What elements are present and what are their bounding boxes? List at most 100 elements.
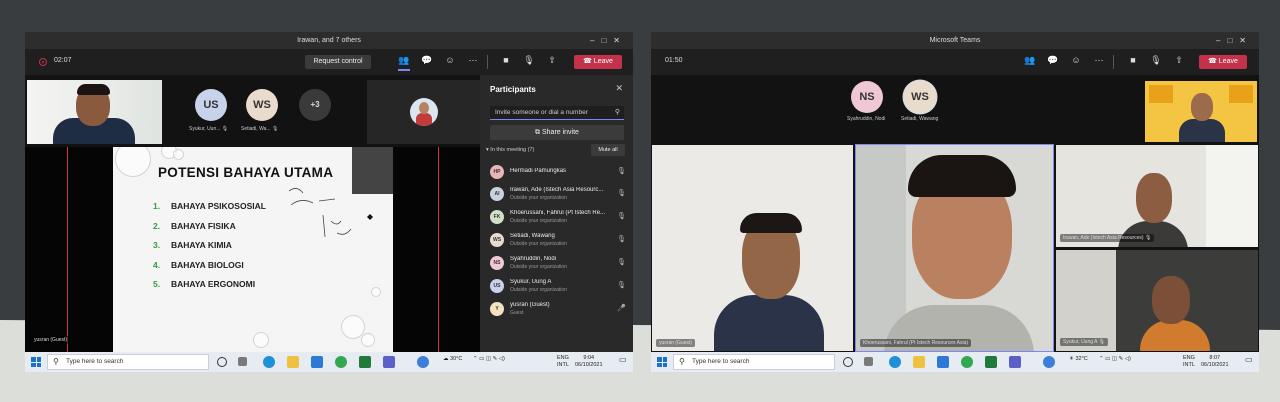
participant-name: Khoerussani, Fahrul (Pt Istech Re... xyxy=(510,210,606,216)
store-icon[interactable] xyxy=(311,356,323,368)
participant-name: yusran (Guest) xyxy=(510,302,550,308)
input-language[interactable]: ENG INTL xyxy=(1183,355,1195,369)
window-controls[interactable]: –□✕ xyxy=(590,32,627,49)
participant-row[interactable]: NS Syahruddin, Nodi Outside your organiz… xyxy=(490,254,626,276)
video-tile-self[interactable] xyxy=(27,80,162,144)
chrome-icon[interactable] xyxy=(961,356,973,368)
store-icon[interactable] xyxy=(937,356,949,368)
participant-row[interactable]: HP Hermadi Pamungkas 🎙 xyxy=(490,163,626,185)
participants-icon[interactable]: 👥 xyxy=(398,55,410,71)
avatar-label: Setiadi, Wawang xyxy=(901,116,939,122)
panel-title: Participants xyxy=(490,85,536,94)
task-view-icon[interactable] xyxy=(864,357,873,366)
participants-icon[interactable]: 👥 xyxy=(1024,55,1036,66)
mic-off-icon[interactable]: 🎙 xyxy=(523,55,535,66)
presenter-name-label: yusran (Guest) xyxy=(31,336,71,344)
windows-start-icon[interactable] xyxy=(31,357,41,367)
window-background xyxy=(1206,145,1258,247)
more-actions-icon[interactable]: ⋯ xyxy=(467,55,479,66)
taskbar-clock[interactable]: 8:07 06/10/2021 xyxy=(1201,355,1229,369)
clock-date: 06/10/2021 xyxy=(1201,362,1229,368)
avatar-ws[interactable]: WS xyxy=(904,81,936,113)
tile-name-label: Syukur, Uung A 🎙 xyxy=(1060,338,1108,346)
item-number: 4. xyxy=(153,259,161,270)
file-explorer-icon[interactable] xyxy=(287,356,299,368)
teams-window-right: Microsoft Teams –□✕ 01:50 👥 💬 ☺ ⋯ ■ 🎙 ⇧ … xyxy=(651,32,1259,372)
notifications-icon[interactable]: ▭ xyxy=(619,355,627,364)
video-tile[interactable]: Syukur, Uung A 🎙 xyxy=(1056,250,1258,351)
file-explorer-icon[interactable] xyxy=(913,356,925,368)
taskbar-search-input[interactable]: ⚲ Type here to search xyxy=(47,354,209,370)
video-tile[interactable]: Irawan, Ade (Istech Asia Resources) 🎙 xyxy=(1056,145,1258,247)
weather-widget[interactable]: ☁ 30°C xyxy=(443,356,462,362)
network-icon[interactable] xyxy=(417,356,429,368)
excel-icon[interactable] xyxy=(359,356,371,368)
avatar-ws[interactable]: WS xyxy=(246,89,278,121)
close-icon[interactable]: ✕ xyxy=(615,83,623,94)
taskbar-search-input[interactable]: ⚲ Type here to search xyxy=(673,354,835,370)
video-tile-active-speaker[interactable]: Khoerussani, Fahrul (Pt Istech Resources… xyxy=(855,144,1054,352)
mic-icon[interactable]: 🎙 xyxy=(1150,55,1162,66)
search-icon: ⚲ xyxy=(53,357,59,366)
participant-row[interactable]: US Syukur, Uung A Outside your organizat… xyxy=(490,277,626,299)
reactions-icon[interactable]: ☺ xyxy=(444,55,456,65)
invite-input[interactable]: Invite someone or dial a number ⚲ xyxy=(490,106,624,120)
input-language[interactable]: ENG INTL xyxy=(557,355,569,369)
teams-icon[interactable] xyxy=(1009,356,1021,368)
avatar-us[interactable]: US xyxy=(195,89,227,121)
camera-icon[interactable]: ■ xyxy=(1127,55,1139,65)
avatar-ns[interactable]: NS xyxy=(851,81,883,113)
participant-name: Irawan, Ade (Istech Asia Resourc... xyxy=(510,187,604,193)
chat-icon[interactable]: 💬 xyxy=(1047,55,1059,66)
leave-button[interactable]: ☎ Leave xyxy=(1199,55,1247,69)
share-invite-button[interactable]: ⧉ Share invite xyxy=(490,125,624,140)
task-view-icon[interactable] xyxy=(238,357,247,366)
person-face xyxy=(1136,173,1172,223)
chat-icon[interactable]: 💬 xyxy=(421,55,433,66)
tray-icons[interactable]: ⌃ ▭ ◫ ✎ ◁) xyxy=(1099,356,1131,362)
video-tile[interactable]: yusran (Guest) xyxy=(652,145,853,351)
more-actions-icon[interactable]: ⋯ xyxy=(1093,55,1105,66)
video-tile-profile[interactable] xyxy=(367,80,480,144)
participant-row[interactable]: AI Irawan, Ade (Istech Asia Resourc... O… xyxy=(490,185,626,207)
teams-icon[interactable] xyxy=(383,356,395,368)
participant-row[interactable]: Y yusran (Guest) Guest 🎤 xyxy=(490,300,626,322)
windows-start-icon[interactable] xyxy=(657,357,667,367)
participant-row[interactable]: FK Khoerussani, Fahrul (Pt Istech Re... … xyxy=(490,208,626,230)
mute-all-button[interactable]: Mute all xyxy=(591,144,625,156)
tray-icons[interactable]: ⌃ ▭ ◫ ✎ ◁) xyxy=(473,356,505,362)
avatar-initials: Y xyxy=(495,306,499,312)
mic-off-icon: 🎙 xyxy=(221,126,229,132)
person-hair xyxy=(740,213,802,233)
person-shoulders xyxy=(1140,320,1210,351)
window-controls[interactable]: –□✕ xyxy=(1216,32,1253,49)
request-control-button[interactable]: Request control xyxy=(305,55,371,69)
clock-date: 06/10/2021 xyxy=(575,362,603,368)
network-icon[interactable] xyxy=(1043,356,1055,368)
avatar-initials: NS xyxy=(493,260,501,266)
taskbar-clock[interactable]: 9:04 06/10/2021 xyxy=(575,355,603,369)
cortana-icon[interactable] xyxy=(843,357,853,367)
reactions-icon[interactable]: ☺ xyxy=(1070,55,1082,65)
slide-list: 1. BAHAYA PSIKOSOSIAL 2. BAHAYA FISIKA 3. B… xyxy=(153,201,266,299)
more-participants-badge[interactable]: +3 xyxy=(299,89,331,121)
leave-button[interactable]: ☎ Leave xyxy=(574,55,622,69)
edge-icon[interactable] xyxy=(889,356,901,368)
chrome-icon[interactable] xyxy=(335,356,347,368)
edge-icon[interactable] xyxy=(263,356,275,368)
participant-row[interactable]: WS Setiadi, Wawang Outside your organiza… xyxy=(490,231,626,253)
cortana-icon[interactable] xyxy=(217,357,227,367)
mic-off-icon: 🎙 xyxy=(617,282,626,289)
in-meeting-header[interactable]: ▾ In this meeting (7) xyxy=(486,147,534,153)
share-screen-icon[interactable]: ⇧ xyxy=(1173,55,1185,66)
video-background xyxy=(1056,250,1116,351)
windows-taskbar: ⚲ Type here to search ☀ 32°C ⌃ ▭ ◫ ✎ ◁) E… xyxy=(651,352,1259,372)
participant-org: Outside your organization xyxy=(510,195,567,201)
weather-widget[interactable]: ☀ 32°C xyxy=(1069,356,1088,362)
participant-org: Outside your organization xyxy=(510,287,567,293)
excel-icon[interactable] xyxy=(985,356,997,368)
video-tile-virtual-bg[interactable] xyxy=(1145,81,1257,142)
notifications-icon[interactable]: ▭ xyxy=(1245,355,1253,364)
share-screen-icon[interactable]: ⇧ xyxy=(546,55,558,66)
camera-icon[interactable]: ■ xyxy=(500,55,512,65)
